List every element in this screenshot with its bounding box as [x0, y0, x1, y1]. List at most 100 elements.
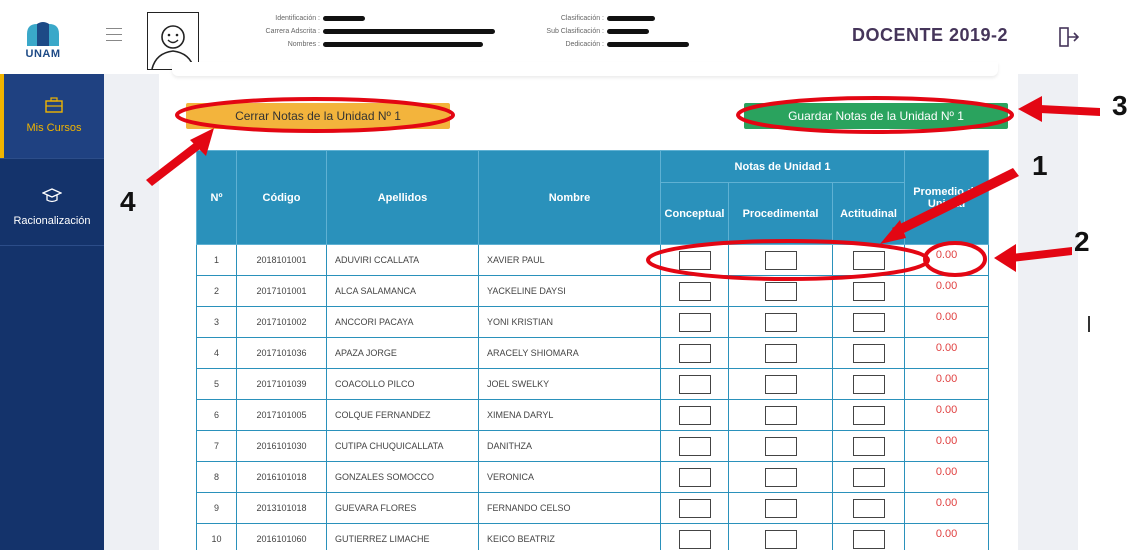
row-number: 4	[196, 337, 237, 369]
grade-cell	[660, 244, 729, 276]
annotation-label: 4	[120, 186, 136, 217]
annotation-label: 1	[1032, 150, 1048, 181]
conceptual-input[interactable]	[678, 312, 711, 332]
menu-toggle-icon[interactable]	[106, 28, 122, 42]
row-number: 10	[196, 523, 237, 550]
promedio-value: 0.00	[904, 244, 990, 276]
col-header-actitudinal: Actitudinal	[831, 182, 906, 245]
grades-table: Nº Código Apellidos Nombre Notas de Unid…	[196, 150, 990, 550]
conceptual-input[interactable]	[678, 436, 711, 456]
sidebar-item-racionalizacion[interactable]: Racionalización	[0, 158, 104, 246]
table-row: 1 2018101001 ADUVIRI CCALLATA XAVIER PAUL 0.…	[196, 244, 990, 276]
procedimental-input[interactable]	[764, 498, 797, 518]
grade-cell	[728, 275, 833, 307]
conceptual-input[interactable]	[678, 250, 711, 270]
actitudinal-input[interactable]	[852, 436, 885, 456]
student-code: 2016101018	[236, 461, 327, 493]
procedimental-input[interactable]	[764, 529, 797, 549]
sidebar-item-mis-cursos[interactable]: Mis Cursos	[0, 74, 104, 158]
conceptual-input[interactable]	[678, 467, 711, 487]
col-group-notas: Notas de Unidad 1	[659, 150, 906, 183]
grade-cell	[660, 461, 729, 493]
promedio-value: 0.00	[904, 337, 990, 369]
logout-icon[interactable]	[1058, 26, 1080, 48]
procedimental-input[interactable]	[764, 467, 797, 487]
row-number: 8	[196, 461, 237, 493]
conceptual-input[interactable]	[678, 374, 711, 394]
sidebar: Mis Cursos Racionalización	[0, 74, 104, 550]
promedio-value: 0.00	[904, 399, 990, 431]
grade-cell	[831, 461, 906, 493]
conceptual-input[interactable]	[678, 529, 711, 549]
actitudinal-input[interactable]	[852, 467, 885, 487]
row-number: 6	[196, 399, 237, 431]
table-body: 1 2018101001 ADUVIRI CCALLATA XAVIER PAUL 0.…	[196, 244, 990, 550]
procedimental-input[interactable]	[764, 374, 797, 394]
student-name: VERONICA	[478, 461, 661, 493]
promedio-value: 0.00	[904, 368, 990, 400]
actitudinal-input[interactable]	[852, 529, 885, 549]
conceptual-input[interactable]	[678, 405, 711, 425]
content-gutter	[104, 74, 159, 550]
info-label: Identificación :	[275, 15, 320, 22]
conceptual-input[interactable]	[678, 281, 711, 301]
redacted-value	[323, 42, 483, 47]
procedimental-input[interactable]	[764, 405, 797, 425]
guardar-notas-button[interactable]: Guardar Notas de la Unidad Nº 1	[744, 103, 1008, 129]
grade-cell	[728, 368, 833, 400]
grade-cell	[660, 368, 729, 400]
conceptual-input[interactable]	[678, 343, 711, 363]
redacted-value	[323, 16, 365, 21]
student-name: XIMENA DARYL	[478, 399, 661, 431]
actitudinal-input[interactable]	[852, 281, 885, 301]
student-surname: GUTIERREZ LIMACHE	[326, 523, 479, 550]
grade-cell	[728, 244, 833, 276]
student-code: 2016101060	[236, 523, 327, 550]
grade-cell	[660, 492, 729, 524]
cerrar-notas-button[interactable]: Cerrar Notas de la Unidad Nº 1	[186, 103, 450, 129]
grade-cell	[728, 461, 833, 493]
procedimental-input[interactable]	[764, 281, 797, 301]
actitudinal-input[interactable]	[852, 498, 885, 518]
promedio-value: 0.00	[904, 523, 990, 550]
grade-cell	[660, 399, 729, 431]
col-header-procedimental: Procedimental	[728, 182, 833, 245]
info-label: Dedicación :	[565, 41, 604, 48]
actitudinal-input[interactable]	[852, 312, 885, 332]
annotation-label: 2	[1074, 226, 1090, 257]
table-row: 2 2017101001 ALCA SALAMANCA YACKELINE DAYSI…	[196, 275, 990, 307]
col-header-no: Nº	[196, 150, 237, 245]
promedio-value: 0.00	[904, 275, 990, 307]
content-gutter	[1018, 74, 1078, 550]
procedimental-input[interactable]	[764, 250, 797, 270]
actitudinal-input[interactable]	[852, 405, 885, 425]
procedimental-input[interactable]	[764, 436, 797, 456]
student-code: 2017101002	[236, 306, 327, 338]
briefcase-icon	[45, 97, 63, 113]
annotation-label: 3	[1112, 90, 1128, 121]
col-header-promedio: Promedio de Unidad	[904, 150, 990, 245]
actitudinal-input[interactable]	[852, 374, 885, 394]
actitudinal-input[interactable]	[852, 343, 885, 363]
unam-logo[interactable]: UNAM	[19, 20, 67, 60]
promedio-value: 0.00	[904, 461, 990, 493]
student-surname: GUEVARA FLORES	[326, 492, 479, 524]
student-code: 2017101005	[236, 399, 327, 431]
promedio-value: 0.00	[904, 306, 990, 338]
grade-cell	[831, 399, 906, 431]
table-row: 8 2016101018 GONZALES SOMOCCO VERONICA 0.00	[196, 461, 990, 493]
procedimental-input[interactable]	[764, 312, 797, 332]
grade-cell	[831, 368, 906, 400]
grade-cell	[660, 430, 729, 462]
student-name: JOEL SWELKY	[478, 368, 661, 400]
grade-cell	[831, 275, 906, 307]
procedimental-input[interactable]	[764, 343, 797, 363]
table-row: 3 2017101002 ANCCORI PACAYA YONI KRISTIAN 0.…	[196, 306, 990, 338]
grade-cell	[831, 306, 906, 338]
redacted-value	[607, 29, 649, 34]
conceptual-input[interactable]	[678, 498, 711, 518]
logo-icon	[27, 22, 59, 46]
actitudinal-input[interactable]	[852, 250, 885, 270]
grade-cell	[831, 430, 906, 462]
grade-cell	[728, 306, 833, 338]
